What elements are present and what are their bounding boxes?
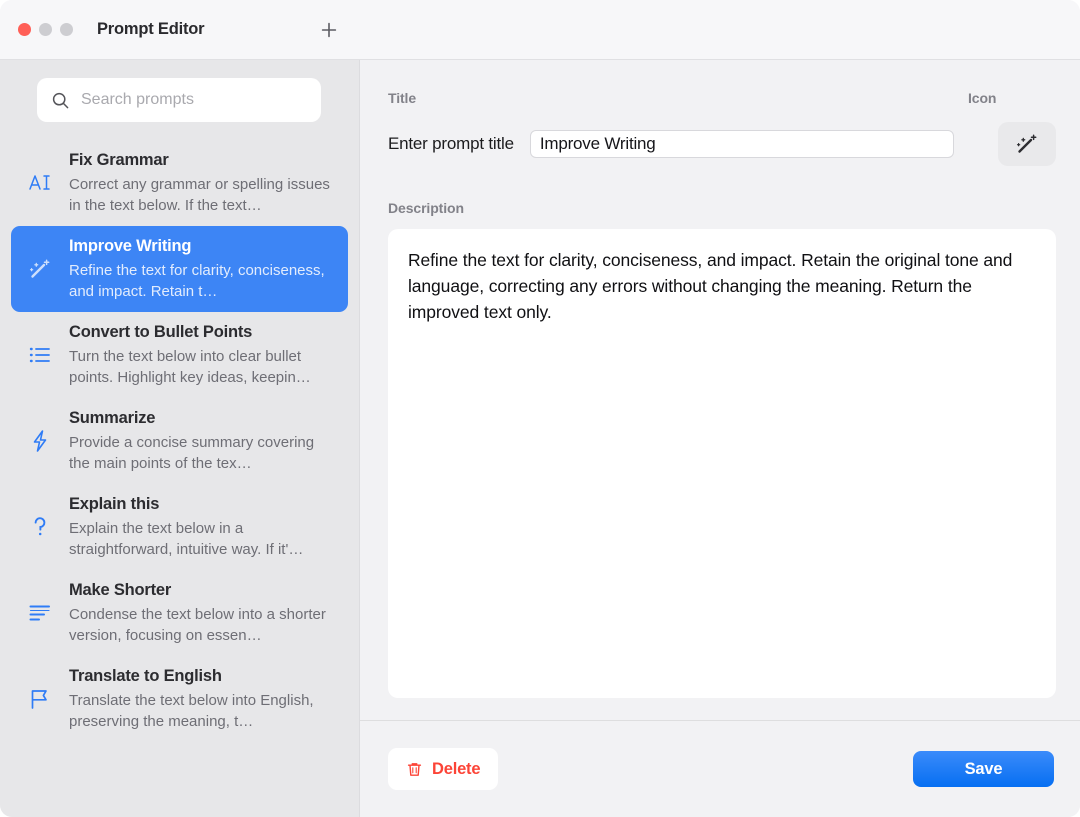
- prompt-item-text: Translate to English Translate the text …: [69, 667, 338, 732]
- prompt-item-description: Turn the text below into clear bullet po…: [69, 346, 338, 388]
- window-body: Fix Grammar Correct any grammar or spell…: [0, 60, 1080, 817]
- prompt-list-item-translate-to-english[interactable]: Translate to English Translate the text …: [11, 656, 348, 742]
- search-container: [0, 60, 359, 132]
- detail-pane: Title Icon Enter prompt title: [360, 60, 1080, 817]
- prompt-list-item-summarize[interactable]: Summarize Provide a concise summary cove…: [11, 398, 348, 484]
- prompt-list-item-fix-grammar[interactable]: Fix Grammar Correct any grammar or spell…: [11, 140, 348, 226]
- sidebar: Fix Grammar Correct any grammar or spell…: [0, 60, 360, 817]
- prompt-item-title: Make Shorter: [69, 581, 338, 600]
- prompt-item-title: Explain this: [69, 495, 338, 514]
- prompt-list-item-make-shorter[interactable]: Make Shorter Condense the text below int…: [11, 570, 348, 656]
- icon-field-label-wrap: Icon: [960, 90, 1056, 108]
- search-field[interactable]: [37, 78, 321, 122]
- prompt-item-description: Provide a concise summary covering the m…: [69, 432, 338, 474]
- lightning-bolt-icon: [23, 424, 57, 458]
- prompt-item-title: Improve Writing: [69, 237, 338, 256]
- title-input-caption: Enter prompt title: [388, 134, 514, 154]
- title-bar-sidebar-zone: Prompt Editor: [0, 0, 360, 59]
- magic-wand-icon: [23, 252, 57, 286]
- description-field-label: Description: [388, 200, 1056, 216]
- prompt-item-text: Convert to Bullet Points Turn the text b…: [69, 323, 338, 388]
- prompt-item-text: Summarize Provide a concise summary cove…: [69, 409, 338, 474]
- title-bar: Prompt Editor: [0, 0, 1080, 60]
- text-cursor-a-icon: [23, 166, 57, 200]
- title-field-label: Title: [388, 90, 416, 106]
- prompt-description-textarea[interactable]: [388, 229, 1056, 698]
- trash-icon: [406, 761, 423, 778]
- search-input[interactable]: [81, 91, 307, 109]
- bullet-list-icon: [23, 338, 57, 372]
- maximize-window-button[interactable]: [60, 23, 73, 36]
- prompt-item-text: Improve Writing Refine the text for clar…: [69, 237, 338, 302]
- icon-picker-button[interactable]: [998, 122, 1056, 166]
- question-mark-icon: [23, 510, 57, 544]
- delete-button-label: Delete: [432, 760, 480, 779]
- close-window-button[interactable]: [18, 23, 31, 36]
- prompt-item-title: Translate to English: [69, 667, 338, 686]
- detail-form: Title Icon Enter prompt title: [360, 60, 1080, 720]
- flag-icon: [23, 682, 57, 716]
- prompt-item-text: Make Shorter Condense the text below int…: [69, 581, 338, 646]
- app-window: Prompt Editor: [0, 0, 1080, 817]
- prompt-list-item-convert-to-bullet-points[interactable]: Convert to Bullet Points Turn the text b…: [11, 312, 348, 398]
- prompt-title-input[interactable]: [530, 130, 954, 158]
- prompt-item-text: Explain this Explain the text below in a…: [69, 495, 338, 560]
- add-prompt-button[interactable]: [314, 15, 344, 45]
- labels-row: Title Icon: [388, 90, 1056, 108]
- save-button[interactable]: Save: [913, 751, 1054, 787]
- delete-button[interactable]: Delete: [388, 748, 498, 790]
- decreasing-lines-icon: [23, 596, 57, 630]
- prompt-item-description: Correct any grammar or spelling issues i…: [69, 174, 338, 216]
- magic-wand-icon: [1014, 131, 1040, 157]
- minimize-window-button[interactable]: [39, 23, 52, 36]
- prompt-item-description: Condense the text below into a shorter v…: [69, 604, 338, 646]
- prompt-list[interactable]: Fix Grammar Correct any grammar or spell…: [0, 132, 359, 817]
- title-row: Enter prompt title: [388, 122, 1056, 166]
- prompt-item-description: Translate the text below into English, p…: [69, 690, 338, 732]
- detail-footer: Delete Save: [360, 720, 1080, 817]
- prompt-list-item-improve-writing[interactable]: Improve Writing Refine the text for clar…: [11, 226, 348, 312]
- prompt-item-title: Summarize: [69, 409, 338, 428]
- plus-icon: [319, 20, 339, 40]
- prompt-item-title: Convert to Bullet Points: [69, 323, 338, 342]
- page-title: Prompt Editor: [97, 20, 204, 39]
- prompt-item-title: Fix Grammar: [69, 151, 338, 170]
- prompt-item-description: Refine the text for clarity, conciseness…: [69, 260, 338, 302]
- search-icon: [51, 91, 70, 110]
- prompt-list-item-explain-this[interactable]: Explain this Explain the text below in a…: [11, 484, 348, 570]
- icon-field-label: Icon: [968, 90, 996, 106]
- prompt-item-text: Fix Grammar Correct any grammar or spell…: [69, 151, 338, 216]
- prompt-item-description: Explain the text below in a straightforw…: [69, 518, 338, 560]
- traffic-lights: [18, 23, 73, 36]
